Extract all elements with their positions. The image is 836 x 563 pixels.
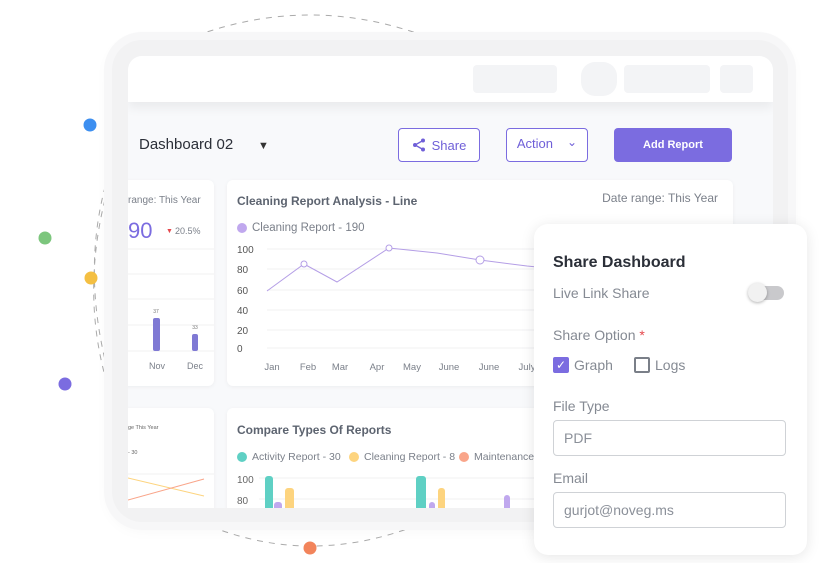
bar-value-nov: 37 [153, 309, 159, 315]
x-tick-dec: Dec [187, 361, 204, 371]
x-tick-label: June [439, 362, 460, 373]
y-tick-label: 20 [237, 326, 249, 337]
y-tick-label: 0 [237, 344, 243, 355]
y-tick-label: 60 [237, 286, 249, 297]
share-button[interactable]: Share [398, 128, 480, 162]
add-report-button[interactable]: Add Report [614, 128, 732, 162]
series-line-maintenance [128, 478, 205, 501]
bar-other [504, 495, 510, 508]
x-tick-label: Apr [370, 362, 385, 373]
checkbox-empty-icon [634, 357, 650, 373]
y-tick-label: 100 [237, 245, 254, 256]
checkbox-checked-icon: ✓ [553, 357, 569, 373]
small-compare-card: ge This Year - 30 [128, 408, 214, 508]
y-tick: 80 [237, 496, 249, 507]
option-graph-label: Graph [574, 357, 613, 373]
nav-placeholder-menu [720, 65, 753, 93]
share-dashboard-panel: Share Dashboard Live Link Share Share Op… [534, 224, 807, 555]
action-label: Action [516, 136, 554, 151]
stage: Dashboard 02 ▼ Share Action ⌄ Add Report… [0, 0, 836, 563]
x-tick-label: Mar [332, 362, 348, 373]
live-link-label: Live Link Share [553, 285, 650, 301]
kpi-card: range: This Year 90 ▼ 20.5% 37 33 Nov De… [128, 180, 214, 386]
share-button-label: Share [431, 137, 467, 153]
bar-activity [265, 476, 273, 508]
x-tick-label: May [403, 362, 421, 373]
dashboard-title: Dashboard 02 [139, 136, 234, 153]
series-line-cleaning [128, 477, 205, 497]
x-tick-label: Jan [264, 362, 279, 373]
bar-other [429, 502, 435, 508]
x-tick-nov: Nov [149, 361, 166, 371]
toggle-knob [748, 283, 767, 302]
option-logs-checkbox[interactable]: Logs [634, 357, 685, 373]
orbit-dot-purple [58, 377, 72, 391]
nav-placeholder-avatar [581, 62, 617, 96]
bar-value-dec: 33 [192, 325, 198, 331]
kpi-bar-chart: 37 33 Nov Dec [128, 248, 214, 371]
x-tick-label: June [479, 362, 500, 373]
small-line-chart [128, 473, 214, 501]
orbit-dot-blue [83, 118, 97, 132]
orbit-dot-yellow [84, 271, 98, 285]
dashboard-dropdown-caret[interactable]: ▼ [258, 140, 269, 152]
panel-title: Share Dashboard [553, 254, 686, 271]
orbit-dot-green [38, 231, 52, 245]
bar-other [274, 502, 282, 508]
share-option-text: Share Option [553, 327, 636, 343]
email-input[interactable] [553, 492, 786, 528]
data-point[interactable] [300, 260, 308, 268]
share-icon [412, 138, 425, 152]
live-link-toggle[interactable] [748, 283, 784, 302]
x-tick-label: Feb [300, 362, 316, 373]
data-point[interactable] [385, 244, 393, 252]
bar-nov [153, 318, 160, 351]
y-tick-label: 40 [237, 306, 249, 317]
nav-placeholder-search [473, 65, 557, 93]
data-point[interactable] [475, 255, 485, 265]
nav-placeholder-user [624, 65, 710, 93]
file-type-input[interactable] [553, 420, 786, 456]
orbit-dot-orange [303, 541, 317, 555]
required-asterisk: * [639, 327, 645, 343]
action-dropdown[interactable]: Action ⌄ [506, 128, 588, 162]
share-option-label: Share Option * [553, 327, 645, 343]
y-tick-label: 80 [237, 265, 249, 276]
top-navbar [128, 56, 773, 102]
bar-activity [416, 476, 426, 508]
file-type-label: File Type [553, 398, 610, 414]
bar-cleaning [438, 488, 445, 508]
y-tick: 100 [237, 475, 254, 486]
bar-dec [192, 334, 198, 351]
chevron-down-icon: ⌄ [567, 135, 578, 149]
orbit-top [184, 14, 436, 41]
email-label: Email [553, 470, 589, 486]
bar-cleaning [285, 488, 294, 508]
option-graph-checkbox[interactable]: ✓ Graph [553, 357, 613, 373]
option-logs-label: Logs [655, 357, 686, 373]
